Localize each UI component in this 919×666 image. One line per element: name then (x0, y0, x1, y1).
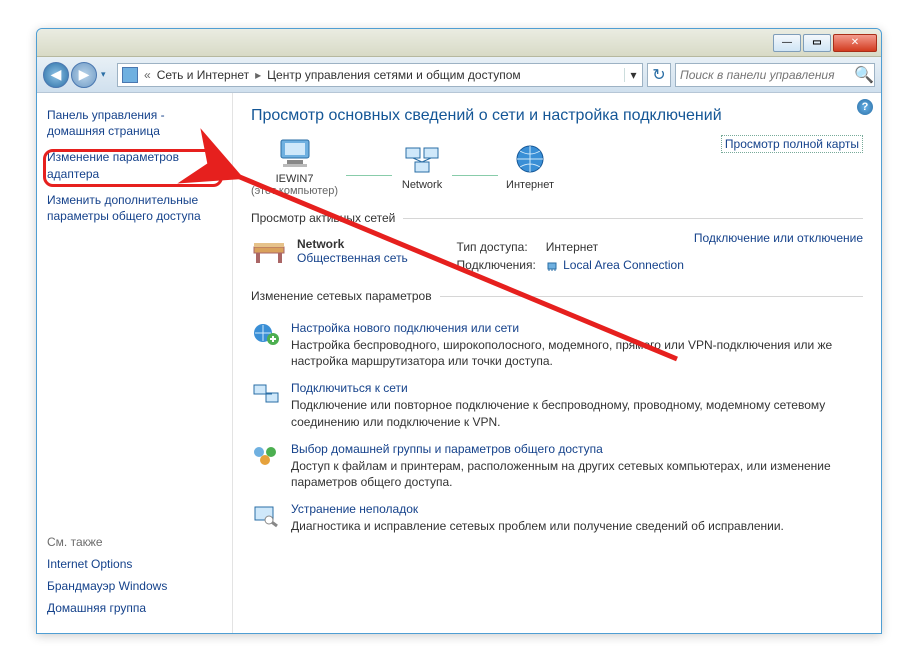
network-icon (400, 141, 444, 177)
network-type-link[interactable]: Общественная сеть (297, 251, 408, 265)
connect-disconnect-link[interactable]: Подключение или отключение (694, 231, 863, 245)
map-this-computer: IEWIN7 (этот компьютер) (251, 135, 338, 197)
maximize-button[interactable]: ▭ (803, 34, 831, 52)
active-networks-section: Просмотр активных сетей Подключение или … (251, 211, 863, 275)
task-homegroup: Выбор домашней группы и параметров общег… (251, 442, 863, 490)
task-connect-network-link[interactable]: Подключиться к сети (291, 381, 863, 395)
refresh-button[interactable]: ↻ (647, 63, 671, 87)
homegroup-icon (251, 442, 281, 468)
network-map-row: IEWIN7 (этот компьютер) Network (251, 135, 863, 197)
task-troubleshoot-link[interactable]: Устранение неполадок (291, 502, 784, 516)
breadcrumb-chevron[interactable]: ▸ (253, 68, 263, 82)
connections-label: Подключения: (457, 257, 544, 273)
task-connect-network-desc: Подключение или повторное подключение к … (291, 397, 863, 429)
control-panel-home-link[interactable]: Панель управления - домашняя страница (47, 107, 222, 139)
map-network-label: Network (400, 179, 444, 191)
network-properties: Тип доступа: Интернет Подключения: Local… (455, 237, 694, 275)
task-troubleshoot: Устранение неполадок Диагностика и испра… (251, 502, 863, 534)
homegroup-link[interactable]: Домашняя группа (47, 601, 222, 615)
network-name: Network (297, 237, 408, 251)
see-also-header: См. также (47, 535, 222, 549)
windows-firewall-link[interactable]: Брандмауэр Windows (47, 579, 222, 593)
new-connection-icon (251, 321, 281, 347)
close-button[interactable]: ✕ (833, 34, 877, 52)
access-type-label: Тип доступа: (457, 239, 544, 255)
breadcrumb-prefix[interactable]: « (142, 68, 153, 82)
window-body: Панель управления - домашняя страница Из… (37, 93, 881, 633)
forward-button[interactable]: ▶ (71, 62, 97, 88)
map-internet-label: Интернет (506, 179, 554, 191)
address-dropdown[interactable]: ▾ (624, 68, 642, 82)
task-new-connection: Настройка нового подключения или сети На… (251, 321, 863, 369)
ethernet-icon (546, 260, 558, 272)
breadcrumb-sharing-center[interactable]: Центр управления сетями и общим доступом (263, 68, 525, 82)
see-full-map-link[interactable]: Просмотр полной карты (721, 135, 863, 153)
task-homegroup-link[interactable]: Выбор домашней группы и параметров общег… (291, 442, 863, 456)
history-dropdown[interactable]: ▾ (99, 69, 113, 80)
navigation-toolbar: ◀ ▶ ▾ « Сеть и Интернет ▸ Центр управлен… (37, 57, 881, 93)
help-button[interactable]: ? (857, 99, 873, 115)
change-settings-header: Изменение сетевых параметров (251, 289, 440, 303)
change-adapter-settings-link[interactable]: Изменение параметров адаптера (47, 149, 222, 181)
task-new-connection-desc: Настройка беспроводного, широкополосного… (291, 337, 863, 369)
computer-icon (273, 135, 317, 171)
titlebar: — ▭ ✕ (37, 29, 881, 57)
map-connector (452, 175, 498, 176)
main-content: ? Просмотр основных сведений о сети и на… (233, 93, 881, 633)
troubleshoot-icon (251, 502, 281, 528)
map-connector (346, 175, 392, 176)
breadcrumb-network[interactable]: Сеть и Интернет (153, 68, 253, 82)
globe-icon (508, 141, 552, 177)
map-internet: Интернет (506, 141, 554, 191)
minimize-button[interactable]: — (773, 34, 801, 52)
map-computer-sublabel: (этот компьютер) (251, 185, 338, 197)
control-panel-window: — ▭ ✕ ◀ ▶ ▾ « Сеть и Интернет ▸ Центр уп… (36, 28, 882, 634)
network-entry: Network Общественная сеть Тип доступа: И… (251, 237, 694, 275)
search-icon[interactable]: 🔍 (854, 65, 874, 85)
address-bar[interactable]: « Сеть и Интернет ▸ Центр управления сет… (117, 63, 643, 87)
internet-options-link[interactable]: Internet Options (47, 557, 222, 571)
change-settings-section: Изменение сетевых параметров Настройка н… (251, 289, 863, 534)
task-new-connection-link[interactable]: Настройка нового подключения или сети (291, 321, 863, 335)
location-icon (122, 67, 138, 83)
search-box[interactable]: 🔍 (675, 63, 875, 87)
page-title: Просмотр основных сведений о сети и наст… (251, 107, 863, 125)
search-input[interactable] (676, 68, 854, 82)
connection-link[interactable]: Local Area Connection (563, 258, 684, 272)
task-connect-network: Подключиться к сети Подключение или повт… (251, 381, 863, 429)
task-troubleshoot-desc: Диагностика и исправление сетевых пробле… (291, 518, 784, 534)
left-sidebar: Панель управления - домашняя страница Из… (37, 93, 233, 633)
network-map: IEWIN7 (этот компьютер) Network (251, 135, 554, 197)
task-homegroup-desc: Доступ к файлам и принтерам, расположенн… (291, 458, 863, 490)
access-type-value: Интернет (546, 239, 692, 255)
back-button[interactable]: ◀ (43, 62, 69, 88)
connect-network-icon (251, 381, 281, 407)
change-advanced-sharing-link[interactable]: Изменить дополнительные параметры общего… (47, 192, 222, 224)
bench-icon (251, 237, 287, 267)
map-network: Network (400, 141, 444, 191)
map-computer-label: IEWIN7 (251, 173, 338, 185)
active-networks-header: Просмотр активных сетей (251, 211, 403, 225)
